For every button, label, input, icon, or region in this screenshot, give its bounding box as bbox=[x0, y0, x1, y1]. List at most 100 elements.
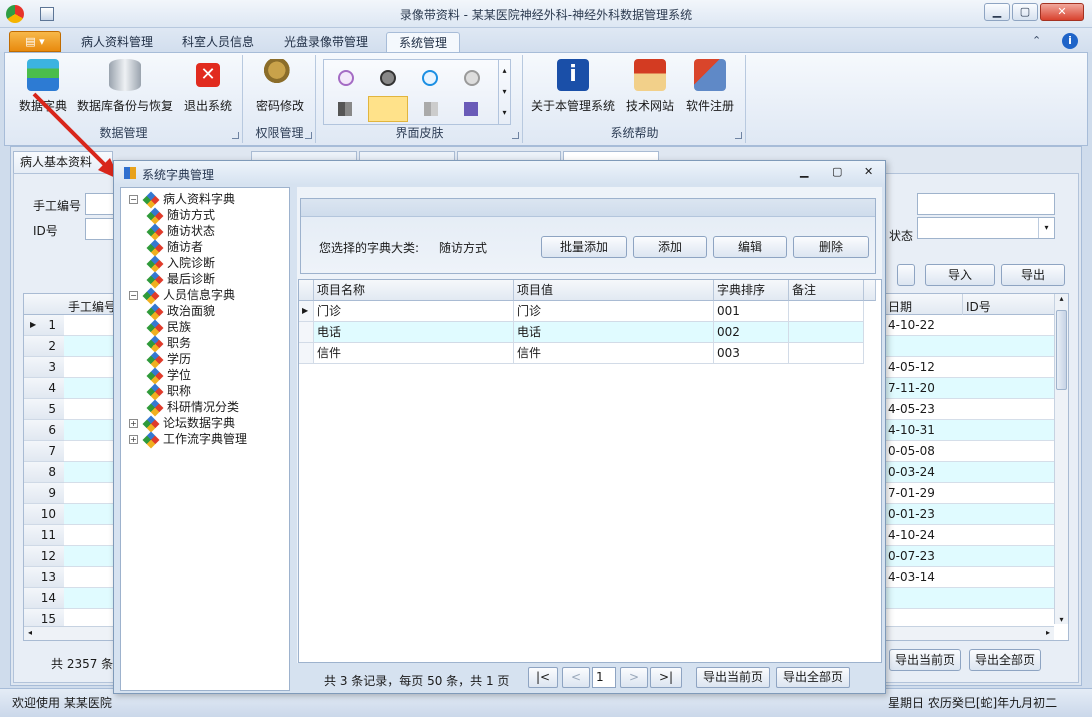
register-button[interactable]: 软件注册 bbox=[682, 59, 738, 114]
cell-value[interactable]: 门诊 bbox=[514, 301, 714, 322]
cell-name[interactable]: 门诊 bbox=[314, 301, 514, 322]
dialog-close-button[interactable]: ✕ bbox=[864, 165, 873, 178]
row-number[interactable]: 10 bbox=[24, 504, 64, 525]
id-no-input[interactable] bbox=[85, 218, 115, 240]
tree-category[interactable]: + 工作流字典管理 bbox=[129, 431, 247, 448]
skin-caramel-icon[interactable] bbox=[338, 70, 354, 86]
gallery-scroll-up-icon[interactable]: ▴ bbox=[498, 60, 510, 81]
delete-button[interactable]: 删除 bbox=[793, 236, 869, 258]
cell-value[interactable]: 电话 bbox=[514, 322, 714, 343]
tree-category[interactable]: − 人员信息字典 bbox=[129, 287, 235, 304]
tree-item[interactable]: 随访方式 bbox=[146, 207, 215, 224]
close-button[interactable]: ✕ bbox=[1040, 3, 1084, 21]
col-sort-order[interactable]: 字典排序 bbox=[714, 280, 789, 301]
skin-office-icon[interactable] bbox=[338, 102, 352, 116]
table-row[interactable]: 电话 电话 002 bbox=[299, 322, 864, 343]
row-number[interactable]: 13 bbox=[24, 567, 64, 588]
status-select[interactable]: ▾ bbox=[917, 217, 1055, 239]
expand-icon[interactable]: + bbox=[129, 435, 138, 444]
tree-item[interactable]: 科研情况分类 bbox=[146, 399, 239, 416]
dict-tree[interactable]: − 病人资料字典 随访方式 随访状态 随访者 入院诊断 最后诊断 − 人员信息字典 政治面貌 民族职… bbox=[120, 187, 290, 691]
col-date[interactable]: 日期 bbox=[888, 298, 912, 315]
website-button[interactable]: 技术网站 bbox=[624, 59, 676, 114]
table-row[interactable]: 信件 信件 003 bbox=[299, 343, 864, 364]
col-note[interactable]: 备注 bbox=[789, 280, 864, 301]
col-item-value[interactable]: 项目值 bbox=[514, 280, 714, 301]
skin-gray-icon[interactable] bbox=[464, 70, 480, 86]
pager-prev-button[interactable]: < bbox=[562, 667, 590, 688]
pager-page-input[interactable]: 1 bbox=[592, 667, 616, 688]
tree-item[interactable]: 民族 bbox=[146, 319, 191, 336]
batch-add-button[interactable]: 批量添加 bbox=[541, 236, 627, 258]
tree-category[interactable]: − 病人资料字典 bbox=[129, 191, 235, 208]
edit-button[interactable]: 编辑 bbox=[713, 236, 787, 258]
cell-name[interactable]: 电话 bbox=[314, 322, 514, 343]
unlabeled-button[interactable] bbox=[897, 264, 915, 286]
dict-grid[interactable]: 项目名称 项目值 字典排序 备注 ▶ 门诊 门诊 001 电话 电话 002 信件 信件 003 bbox=[298, 279, 882, 663]
minimize-button[interactable]: ▁ bbox=[984, 3, 1010, 21]
dialog-launcher-icon[interactable] bbox=[512, 132, 519, 139]
skin-dark-icon[interactable] bbox=[380, 70, 396, 86]
col-id-no[interactable]: ID号 bbox=[966, 298, 991, 315]
row-number[interactable]: 2 bbox=[24, 336, 64, 357]
skin-selected-icon[interactable] bbox=[368, 96, 408, 122]
cell-order[interactable]: 003 bbox=[714, 343, 789, 364]
cell-note[interactable] bbox=[789, 322, 864, 343]
tree-item[interactable]: 入院诊断 bbox=[146, 255, 215, 272]
skin-blue-icon[interactable] bbox=[422, 70, 438, 86]
export-all-button[interactable]: 导出全部页 bbox=[776, 667, 850, 688]
row-number[interactable]: 11 bbox=[24, 525, 64, 546]
tab-staff[interactable]: 科室人员信息 bbox=[172, 32, 264, 52]
dialog-launcher-icon[interactable] bbox=[232, 132, 239, 139]
collapse-ribbon-icon[interactable]: ⌃ bbox=[1032, 34, 1041, 47]
app-menu-button[interactable]: ▤ ▾ bbox=[9, 31, 61, 52]
export-current-bg-button[interactable]: 导出当前页 bbox=[889, 649, 961, 671]
collapse-icon[interactable]: − bbox=[129, 195, 138, 204]
skin-silver-icon[interactable] bbox=[424, 102, 438, 116]
row-number[interactable]: 6 bbox=[24, 420, 64, 441]
manual-no-input[interactable] bbox=[85, 193, 115, 215]
skin-gallery[interactable]: ▴ ▾ ▾ bbox=[323, 59, 511, 125]
tab-patient[interactable]: 病人资料管理 bbox=[72, 32, 162, 52]
cell-note[interactable] bbox=[789, 343, 864, 364]
tree-category[interactable]: + 论坛数据字典 bbox=[129, 415, 235, 432]
row-number[interactable]: 12 bbox=[24, 546, 64, 567]
dialog-launcher-icon[interactable] bbox=[735, 132, 742, 139]
row-number[interactable]: 7 bbox=[24, 441, 64, 462]
exit-button[interactable]: ✕ 退出系统 bbox=[181, 59, 235, 114]
tree-item[interactable]: 政治面貌 bbox=[146, 303, 215, 320]
pager-last-button[interactable]: >| bbox=[650, 667, 682, 688]
cell-order[interactable]: 002 bbox=[714, 322, 789, 343]
tree-item[interactable]: 学位 bbox=[146, 367, 191, 384]
export-current-button[interactable]: 导出当前页 bbox=[696, 667, 770, 688]
col-manual-no[interactable]: 手工编号 bbox=[68, 298, 116, 315]
skin-purple-icon[interactable] bbox=[464, 102, 478, 116]
chevron-down-icon[interactable]: ▾ bbox=[1038, 218, 1054, 238]
help-icon[interactable]: i bbox=[1062, 33, 1078, 49]
row-number[interactable]: 14 bbox=[24, 588, 64, 609]
row-number[interactable]: 5 bbox=[24, 399, 64, 420]
tree-item[interactable]: 学历 bbox=[146, 351, 191, 368]
expand-icon[interactable]: + bbox=[129, 419, 138, 428]
gallery-expand-icon[interactable]: ▾ bbox=[498, 102, 510, 124]
dialog-minimize-button[interactable]: ▁ bbox=[800, 165, 808, 178]
password-button[interactable]: 密码修改 bbox=[250, 59, 310, 114]
row-number[interactable]: 4 bbox=[24, 378, 64, 399]
cell-note[interactable] bbox=[789, 301, 864, 322]
filter-input-right[interactable] bbox=[917, 193, 1055, 215]
tab-disc[interactable]: 光盘录像带管理 bbox=[274, 32, 378, 52]
pager-first-button[interactable]: |< bbox=[528, 667, 558, 688]
grid-vscrollbar[interactable]: ▴ ▾ bbox=[1054, 294, 1068, 624]
tree-item[interactable]: 职称 bbox=[146, 383, 191, 400]
pager-next-button[interactable]: > bbox=[620, 667, 648, 688]
col-item-name[interactable]: 项目名称 bbox=[314, 280, 514, 301]
tree-item[interactable]: 随访状态 bbox=[146, 223, 215, 240]
tree-item[interactable]: 职务 bbox=[146, 335, 191, 352]
maximize-button[interactable]: ▢ bbox=[1012, 3, 1038, 21]
add-button[interactable]: 添加 bbox=[633, 236, 707, 258]
dialog-maximize-button[interactable]: ▢ bbox=[832, 165, 842, 178]
export-all-bg-button[interactable]: 导出全部页 bbox=[969, 649, 1041, 671]
cell-value[interactable]: 信件 bbox=[514, 343, 714, 364]
row-number[interactable]: 9 bbox=[24, 483, 64, 504]
cell-name[interactable]: 信件 bbox=[314, 343, 514, 364]
